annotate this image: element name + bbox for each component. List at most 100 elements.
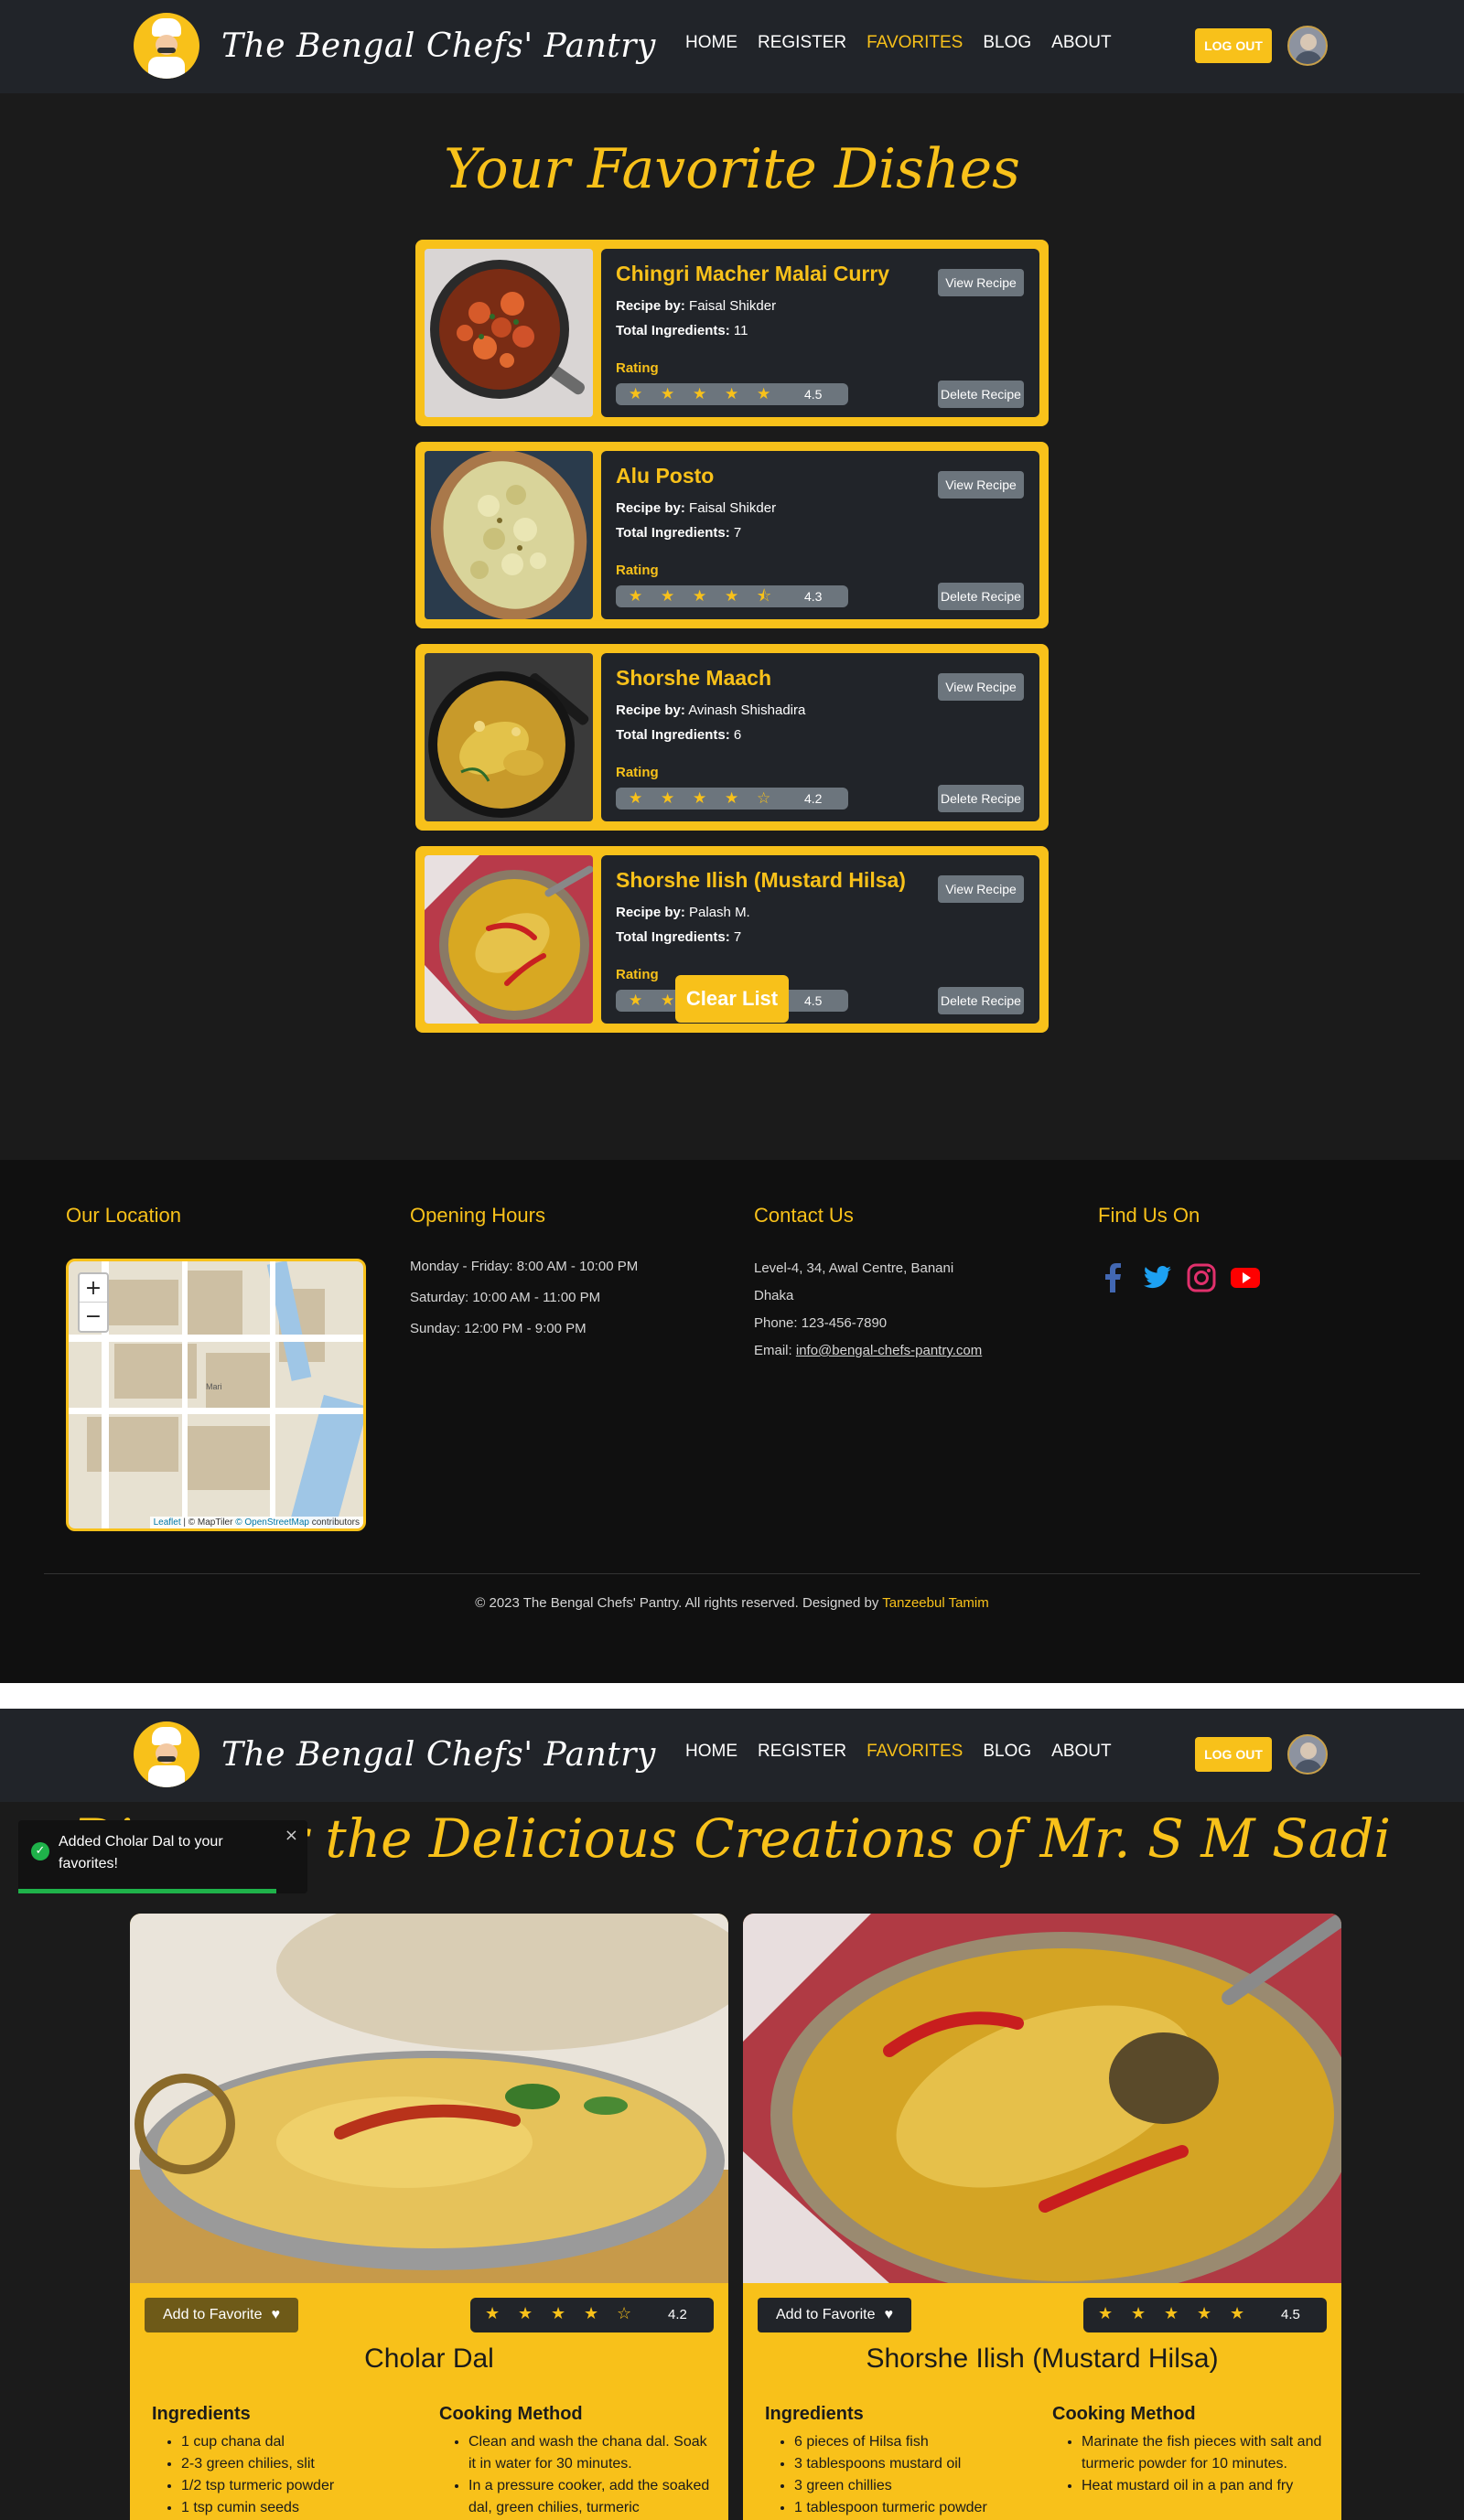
contact-address: Level-4, 34, Awal Centre, Banani (754, 1260, 954, 1276)
favorites-section: Your Favorite Dishes Chingri Macher Mala… (0, 93, 1464, 1160)
star-icon: ★ (584, 2304, 599, 2323)
rating-bar: ★ ★ ★ ★ ☆ 4.2 (470, 2298, 714, 2332)
main-nav: HOME REGISTER FAVORITES BLOG ABOUT (685, 33, 1112, 53)
hours-line: Saturday: 10:00 AM - 11:00 PM (410, 1290, 601, 1305)
nav-home[interactable]: HOME (685, 33, 737, 53)
ingredients-list: 6 pieces of Hilsa fish 3 tablespoons mus… (794, 2431, 1032, 2519)
nav-register[interactable]: REGISTER (758, 33, 846, 53)
dish-image (425, 653, 593, 821)
favorite-card-body: Shorshe Ilish (Mustard Hilsa) Recipe by:… (601, 855, 1039, 1024)
success-toast: ✓ Added Cholar Dal to your favorites! × (18, 1820, 307, 1893)
list-item: 2-3 green chilies, slit (181, 2453, 419, 2475)
add-to-favorite-button[interactable]: Add to Favorite ♥ (758, 2298, 911, 2332)
facebook-icon[interactable] (1098, 1262, 1129, 1297)
dish-name: Shorshe Ilish (Mustard Hilsa) (616, 868, 906, 892)
rating-value: 4.2 (804, 791, 823, 806)
hours-line: Monday - Friday: 8:00 AM - 10:00 PM (410, 1259, 639, 1274)
star-icon: ★ (661, 587, 675, 606)
twitter-icon[interactable] (1142, 1262, 1173, 1297)
star-icon: ★ (1131, 2304, 1146, 2323)
rating-bar: ★ ★ ★ ★ ⯪ 4.3 (616, 585, 848, 607)
delete-recipe-button[interactable]: Delete Recipe (938, 583, 1024, 610)
view-recipe-button[interactable]: View Recipe (938, 673, 1024, 701)
dish-image (130, 1914, 728, 2283)
nav-favorites[interactable]: FAVORITES (867, 1742, 963, 1762)
favorite-card: Chingri Macher Malai Curry Recipe by: Fa… (415, 240, 1049, 426)
close-icon[interactable]: × (285, 1826, 298, 1845)
star-icon: ★ (629, 587, 643, 606)
recipe-by: Recipe by: Palash M. (616, 905, 750, 920)
method-list: Clean and wash the chana dal. Soak it in… (468, 2431, 712, 2519)
total-ingredients: Total Ingredients: 7 (616, 525, 742, 541)
list-item: 3 tablespoons mustard oil (794, 2453, 1032, 2475)
delete-recipe-button[interactable]: Delete Recipe (938, 381, 1024, 408)
zoom-out-button[interactable]: − (80, 1303, 107, 1331)
brand[interactable]: The Bengal Chefs' Pantry (134, 1721, 656, 1787)
star-icon: ★ (551, 2304, 566, 2323)
zoom-in-button[interactable]: + (80, 1274, 107, 1303)
brand[interactable]: The Bengal Chefs' Pantry (134, 13, 656, 79)
method-heading: Cooking Method (1052, 2404, 1196, 2424)
instagram-icon[interactable] (1186, 1262, 1217, 1297)
contact-city: Dhaka (754, 1288, 794, 1303)
list-item: In a pressure cooker, add the soaked dal… (468, 2475, 712, 2519)
star-icon: ★ (661, 789, 675, 808)
footer: Our Location Opening Hours Contact Us Fi… (0, 1160, 1464, 1683)
nav-blog[interactable]: BLOG (983, 1742, 1031, 1762)
social-links (1098, 1262, 1261, 1297)
check-circle-icon: ✓ (31, 1842, 49, 1861)
list-item: 6 pieces of Hilsa fish (794, 2431, 1032, 2453)
view-recipe-button[interactable]: View Recipe (938, 269, 1024, 296)
rating-bar: ★ ★ ★ ★ ★ 4.5 (616, 383, 848, 405)
half-star-icon: ⯪ (757, 587, 772, 606)
clear-list-button[interactable]: Clear List (675, 975, 789, 1023)
star-icon: ★ (693, 587, 707, 606)
brand-name: The Bengal Chefs' Pantry (221, 27, 656, 65)
contact-phone: Phone: 123-456-7890 (754, 1315, 888, 1331)
delete-recipe-button[interactable]: Delete Recipe (938, 987, 1024, 1014)
nav-home[interactable]: HOME (685, 1742, 737, 1762)
total-ingredients: Total Ingredients: 11 (616, 323, 748, 338)
hours-line: Sunday: 12:00 PM - 9:00 PM (410, 1321, 587, 1336)
delete-recipe-button[interactable]: Delete Recipe (938, 785, 1024, 812)
location-map[interactable]: Mari + − Leaflet | © MapTiler © OpenStre… (66, 1259, 366, 1531)
star-icon: ★ (725, 385, 739, 403)
recipe-card: Add to Favorite ♥ ★ ★ ★ ★ ☆ 4.2 Cholar D… (130, 1914, 728, 2520)
map-attribution: Leaflet | © MapTiler © OpenStreetMap con… (149, 1517, 363, 1528)
ingredients-heading: Ingredients (152, 2404, 251, 2424)
total-ingredients: Total Ingredients: 7 (616, 929, 742, 945)
nav-about[interactable]: ABOUT (1051, 33, 1111, 53)
chef-recipes-section: Discover the Delicious Creations of Mr. … (0, 1802, 1464, 2520)
nav-register[interactable]: REGISTER (758, 1742, 846, 1762)
chef-logo-icon (134, 13, 199, 79)
leaflet-link[interactable]: Leaflet (154, 1517, 181, 1528)
dish-name: Chingri Macher Malai Curry (616, 262, 890, 285)
nav-favorites[interactable]: FAVORITES (867, 33, 963, 53)
heart-icon: ♥ (271, 2307, 281, 2322)
empty-star-icon: ☆ (757, 789, 771, 808)
logout-button[interactable]: LOG OUT (1195, 28, 1272, 63)
contact-email: Email: info@bengal-chefs-pantry.com (754, 1343, 983, 1358)
rating-label: Rating (616, 563, 659, 578)
avatar[interactable] (1287, 1734, 1328, 1775)
list-item: Heat mustard oil in a pan and fry (1082, 2475, 1325, 2497)
footer-divider (44, 1573, 1420, 1574)
nav-about[interactable]: ABOUT (1051, 1742, 1111, 1762)
youtube-icon[interactable] (1230, 1262, 1261, 1297)
designer-link[interactable]: Tanzeebul Tamim (882, 1595, 988, 1611)
view-recipe-button[interactable]: View Recipe (938, 471, 1024, 499)
logout-button[interactable]: LOG OUT (1195, 1737, 1272, 1772)
email-link[interactable]: info@bengal-chefs-pantry.com (796, 1343, 982, 1358)
view-recipe-button[interactable]: View Recipe (938, 875, 1024, 903)
method-list: Marinate the fish pieces with salt and t… (1082, 2431, 1325, 2497)
avatar[interactable] (1287, 26, 1328, 66)
ingredients-heading: Ingredients (765, 2404, 864, 2424)
star-icon: ★ (1230, 2304, 1245, 2323)
add-to-favorite-button[interactable]: Add to Favorite ♥ (145, 2298, 298, 2332)
star-icon: ★ (661, 992, 675, 1010)
nav-blog[interactable]: BLOG (983, 33, 1031, 53)
star-icon: ★ (518, 2304, 533, 2323)
osm-link[interactable]: © OpenStreetMap (235, 1517, 309, 1528)
rating-value: 4.5 (804, 387, 823, 402)
star-icon: ★ (629, 992, 643, 1010)
